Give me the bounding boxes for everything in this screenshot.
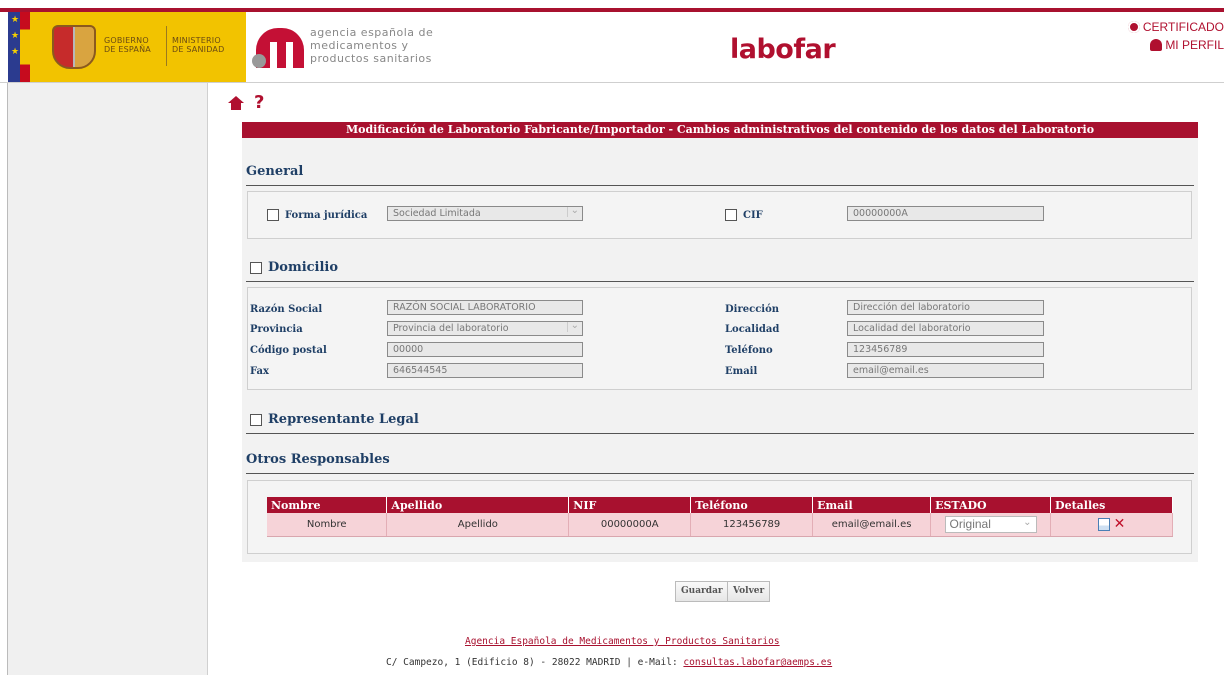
header: ★ ★ ★ GOBIERNO DE ESPAÑA MINISTERIO DE SANID… — [0, 12, 1224, 82]
codigo-postal-field[interactable]: 00000 — [387, 342, 583, 357]
section-general-title: General — [246, 164, 304, 179]
email-label: Email — [725, 366, 758, 377]
gear-icon — [1127, 21, 1140, 33]
section-representante-title[interactable]: Representante Legal — [250, 412, 419, 427]
certificado-link[interactable]: CERTIFICADO — [1127, 18, 1224, 36]
email-field[interactable]: email@email.es — [847, 363, 1044, 378]
cell-apellido: Apellido — [386, 513, 570, 537]
section-divider — [246, 185, 1194, 186]
codigo-postal-label: Código postal — [250, 345, 327, 356]
table-row: Nombre Apellido 00000000A 123456789 emai… — [267, 513, 1173, 537]
spain-flag-icon — [20, 12, 30, 82]
forma-juridica-checkbox[interactable] — [267, 209, 279, 221]
mi-perfil-label: MI PERFIL — [1165, 38, 1224, 52]
localidad-field[interactable]: Localidad del laboratorio — [847, 321, 1044, 336]
left-edge — [0, 83, 8, 675]
section-divider — [246, 433, 1194, 434]
fax-field[interactable]: 646544545 — [387, 363, 583, 378]
domicilio-checkbox[interactable] — [250, 261, 262, 274]
table-header-row: Nombre Apellido NIF Teléfono Email ESTAD… — [267, 497, 1173, 513]
section-domicilio-title[interactable]: Domicilio — [250, 260, 338, 275]
certificado-label: CERTIFICADO — [1142, 20, 1224, 34]
delete-x-icon[interactable]: ✕ — [1114, 516, 1126, 532]
section-divider — [246, 473, 1194, 474]
top-links: CERTIFICADO MI PERFIL — [1127, 18, 1224, 54]
col-telefono: Teléfono — [690, 497, 814, 513]
aemps-logo-icon — [252, 24, 304, 72]
provincia-label: Provincia — [250, 324, 303, 335]
home-icon[interactable] — [228, 96, 244, 110]
guardar-button[interactable]: Guardar — [675, 581, 729, 602]
coat-of-arms-icon — [52, 25, 96, 69]
direccion-field[interactable]: Dirección del laboratorio — [847, 300, 1044, 315]
responsables-table: Nombre Apellido NIF Teléfono Email ESTAD… — [267, 497, 1173, 537]
cell-telefono: 123456789 — [690, 513, 814, 537]
razon-social-label: Razón Social — [250, 304, 323, 315]
cif-toggle[interactable]: CIF — [725, 209, 763, 221]
col-nif: NIF — [568, 497, 692, 513]
estado-select[interactable]: Original — [944, 515, 1037, 533]
footer-address: C/ Campezo, 1 (Edificio 8) - 28022 MADRI… — [386, 657, 833, 668]
ministerio-text: MINISTERIO DE SANIDAD — [172, 36, 225, 54]
cell-nif: 00000000A — [568, 513, 692, 537]
cell-email: email@email.es — [812, 513, 932, 537]
col-detalles: Detalles — [1050, 497, 1173, 513]
gobierno-text: GOBIERNO DE ESPAÑA — [104, 36, 151, 54]
cell-nombre: Nombre — [267, 513, 388, 537]
nav-icons: ? — [228, 94, 264, 112]
volver-button[interactable]: Volver — [727, 581, 771, 602]
localidad-label: Localidad — [725, 324, 780, 335]
cif-field[interactable]: 00000000A — [847, 206, 1044, 221]
fax-label: Fax — [250, 366, 269, 377]
col-apellido: Apellido — [386, 497, 570, 513]
cell-detalles: ✕ — [1050, 513, 1173, 537]
mi-perfil-link[interactable]: MI PERFIL — [1128, 36, 1224, 54]
razon-social-field[interactable]: RAZÓN SOCIAL LABORATORIO — [387, 300, 583, 315]
app-logo: labofar — [730, 34, 836, 65]
section-otros-title: Otros Responsables — [246, 452, 390, 467]
aemps-logo-text: agencia española de medicamentos y produ… — [310, 26, 434, 65]
representante-checkbox[interactable] — [250, 413, 262, 426]
footer-email-link[interactable]: consultas.labofar@aemps.es — [683, 657, 832, 668]
footer-agency-link[interactable]: Agencia Española de Medicamentos y Produ… — [465, 636, 780, 647]
cif-checkbox[interactable] — [725, 209, 737, 221]
section-divider — [246, 281, 1194, 282]
col-email: Email — [812, 497, 932, 513]
telefono-label: Teléfono — [725, 345, 773, 356]
details-document-icon[interactable] — [1097, 517, 1110, 531]
help-icon[interactable]: ? — [254, 94, 264, 112]
col-estado: ESTADO — [930, 497, 1052, 513]
user-icon — [1150, 39, 1163, 51]
cell-estado: Original — [930, 513, 1052, 537]
forma-juridica-select[interactable]: Sociedad Limitada — [387, 206, 583, 221]
forma-juridica-toggle[interactable]: Forma jurídica — [267, 209, 367, 221]
col-nombre: Nombre — [267, 497, 388, 513]
gobierno-logo: ★ ★ ★ GOBIERNO DE ESPAÑA MINISTERIO DE SANID… — [8, 12, 246, 82]
telefono-field[interactable]: 123456789 — [847, 342, 1044, 357]
logo-divider — [166, 26, 167, 66]
provincia-select[interactable]: Provincia del laboratorio — [387, 321, 583, 336]
eu-flag-icon: ★ ★ ★ — [8, 12, 20, 82]
page-title: Modificación de Laboratorio Fabricante/I… — [242, 122, 1198, 138]
sidebar — [8, 83, 208, 675]
direccion-label: Dirección — [725, 304, 780, 315]
